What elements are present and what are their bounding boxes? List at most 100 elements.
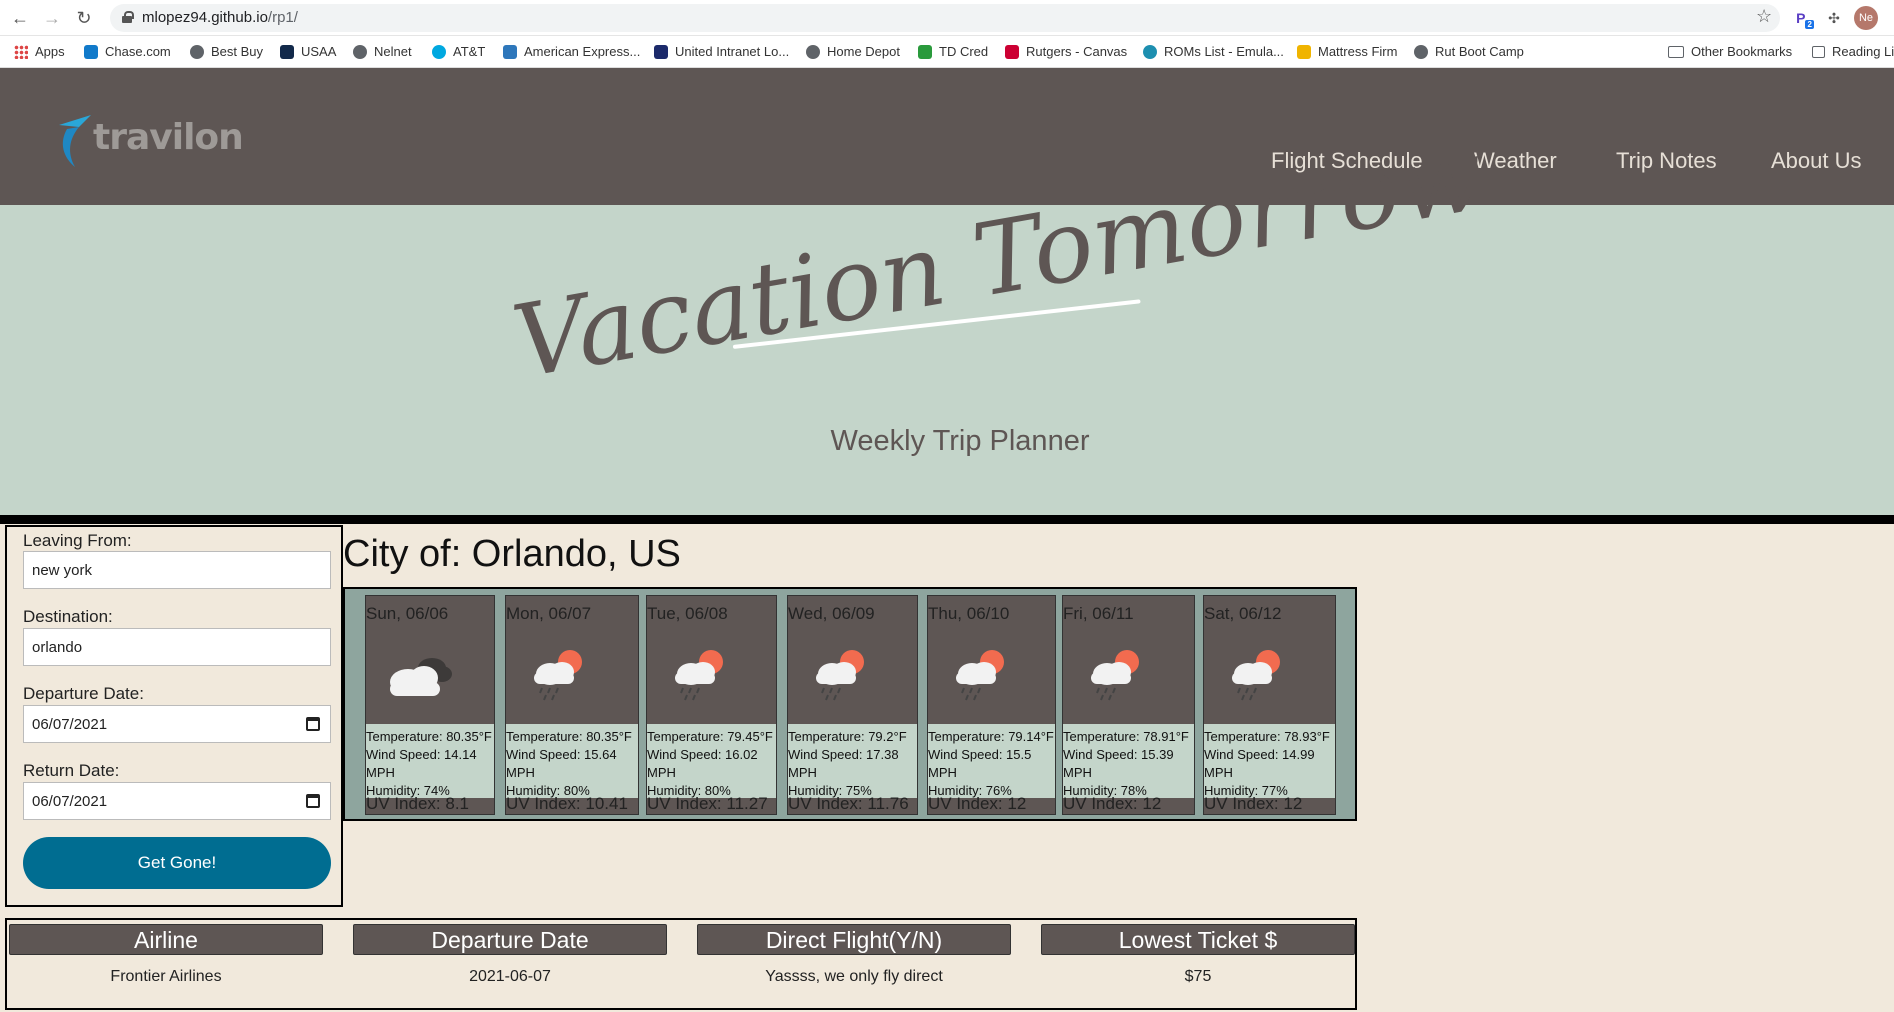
bookmark-amex[interactable]: American Express... xyxy=(503,44,640,59)
calendar-icon[interactable] xyxy=(306,717,320,731)
td-icon xyxy=(918,44,932,59)
united-icon xyxy=(654,44,668,59)
forecast-wind: Wind Speed: 14.99 xyxy=(1204,747,1315,762)
forecast-wind: Wind Speed: 14.14 xyxy=(366,747,477,762)
bookmark-att[interactable]: AT&T xyxy=(432,44,485,59)
section-divider xyxy=(0,515,1894,524)
back-icon[interactable]: ← xyxy=(8,6,32,30)
forecast-date: Mon, 06/07 xyxy=(506,604,592,623)
get-gone-button[interactable]: Get Gone! xyxy=(23,837,331,889)
cell-departure-date: 2021-06-07 xyxy=(469,968,551,985)
city-title: City of: Orlando, US xyxy=(343,533,681,575)
forecast-stats: Temperature: 79.2°F Wind Speed: 17.38 MPH H… xyxy=(788,724,917,798)
nav-weather[interactable]: Weather xyxy=(1474,148,1557,174)
globe-icon xyxy=(353,44,367,59)
forecast-wind-unit: MPH xyxy=(928,765,957,780)
forecast-wind: Wind Speed: 15.5 xyxy=(928,747,1032,762)
hero-subtitle: Weekly Trip Planner xyxy=(830,425,1090,457)
bookmark-bestbuy[interactable]: Best Buy xyxy=(190,44,263,59)
globe-icon xyxy=(1414,44,1428,59)
forecast-date: Sat, 06/12 xyxy=(1204,604,1282,623)
forecast-wind: Wind Speed: 15.39 xyxy=(1063,747,1174,762)
bookmark-star-icon[interactable]: ☆ xyxy=(1756,6,1780,27)
forecast-temperature: Temperature: 78.91°F xyxy=(1063,729,1189,744)
browser-toolbar: ← → ↻ mlopez94.github.io/rp1/ ☆ P2 ✣ Ne xyxy=(0,0,1894,36)
rain-sun-icon xyxy=(1077,644,1157,704)
bookmark-homedepot[interactable]: Home Depot xyxy=(806,44,900,59)
nav-about-us[interactable]: About Us xyxy=(1771,148,1862,174)
bookmark-td[interactable]: TD Cred xyxy=(918,44,988,59)
chase-icon xyxy=(84,44,98,59)
leaving-from-input[interactable] xyxy=(23,551,331,589)
destination-input[interactable] xyxy=(23,628,331,666)
forecast-date: Thu, 06/10 xyxy=(928,604,1010,623)
forecast-uv-index: UV Index: 11.76 xyxy=(788,794,909,813)
lock-icon xyxy=(122,11,134,23)
cell-airline: Frontier Airlines xyxy=(110,968,222,985)
rain-sun-icon xyxy=(520,644,600,704)
roms-icon xyxy=(1143,44,1157,59)
forecast-wind: Wind Speed: 16.02 xyxy=(647,747,758,762)
forecast-stats: Temperature: 78.91°F Wind Speed: 15.39 MPH… xyxy=(1063,724,1194,798)
puzzle-icon[interactable]: ✣ xyxy=(1823,7,1845,29)
site-header: travilon Flight Schedule Weather Trip No… xyxy=(0,68,1894,205)
nav-trip-notes[interactable]: Trip Notes xyxy=(1616,148,1717,174)
profile-avatar[interactable]: Ne xyxy=(1854,6,1878,30)
travilon-logo[interactable]: travilon xyxy=(55,113,244,173)
return-date-input[interactable]: 06/07/2021 xyxy=(23,782,331,820)
cell-direct-flight: Yassss, we only fly direct xyxy=(765,968,943,985)
bookmark-mattress[interactable]: Mattress Firm xyxy=(1297,44,1397,59)
calendar-icon[interactable] xyxy=(306,794,320,808)
header-lowest-ticket: Lowest Ticket $ xyxy=(1041,924,1355,955)
reload-icon[interactable]: ↻ xyxy=(72,6,96,30)
bookmark-rutbootcamp[interactable]: Rut Boot Camp xyxy=(1414,44,1524,59)
flight-table: Airline Departure Date Direct Flight(Y/N… xyxy=(5,918,1357,1010)
forecast-date: Sun, 06/06 xyxy=(366,604,449,623)
other-bookmarks[interactable]: Other Bookmarks xyxy=(1668,44,1792,59)
att-icon xyxy=(432,44,446,59)
forecast-stats: Temperature: 80.35°F Wind Speed: 14.14 MPH… xyxy=(366,724,494,798)
bookmark-apps[interactable]: Apps xyxy=(14,44,65,59)
forecast-uv-index: UV Index: 10.41 xyxy=(506,794,628,813)
forecast-wind: Wind Speed: 17.38 xyxy=(788,747,899,762)
forecast-wind-unit: MPH xyxy=(647,765,676,780)
leaving-from-label: Leaving From: xyxy=(23,531,132,550)
bookmark-usaa[interactable]: USAA xyxy=(280,44,336,59)
forecast-uv-index: UV Index: 12 xyxy=(1204,794,1303,813)
header-airline: Airline xyxy=(9,924,323,955)
departure-date-input[interactable]: 06/07/2021 xyxy=(23,705,331,743)
forecast-wind-unit: MPH xyxy=(366,765,395,780)
forecast-wind-unit: MPH xyxy=(1204,765,1233,780)
bookmark-nelnet[interactable]: Nelnet xyxy=(353,44,412,59)
destination-label: Destination: xyxy=(23,607,113,626)
forecast-day-card: Fri, 06/11 Temperature: 78.91°F Wind Speed… xyxy=(1062,595,1195,815)
globe-icon xyxy=(190,44,204,59)
forecast-temperature: Temperature: 80.35°F xyxy=(506,729,632,744)
folder-icon xyxy=(1668,45,1684,58)
forecast-uv-index: UV Index: 12 xyxy=(928,794,1027,813)
forecast-wind: Wind Speed: 15.64 xyxy=(506,747,617,762)
forward-icon[interactable]: → xyxy=(40,6,64,30)
forecast-date: Tue, 06/08 xyxy=(647,604,728,623)
forecast-stats: Temperature: 79.45°F Wind Speed: 16.02 MPH… xyxy=(647,724,776,798)
address-bar[interactable]: mlopez94.github.io/rp1/ ☆ xyxy=(110,4,1780,32)
usaa-icon xyxy=(280,44,294,59)
reading-list-icon xyxy=(1812,45,1825,58)
forecast-temperature: Temperature: 79.14°F xyxy=(928,729,1054,744)
forecast-day-card: Mon, 06/07 Temperature: 80.35°F Wind Speed… xyxy=(505,595,639,815)
forecast-uv-index: UV Index: 11.27 xyxy=(647,794,768,813)
extension-icon[interactable]: P2 xyxy=(1794,7,1816,29)
forecast-uv-index: UV Index: 12 xyxy=(1063,794,1162,813)
cloudy-icon xyxy=(380,644,460,704)
rain-sun-icon xyxy=(942,644,1022,704)
bookmark-roms[interactable]: ROMs List - Emula... xyxy=(1143,44,1284,59)
forecast-wind-unit: MPH xyxy=(506,765,535,780)
bookmark-rutgers[interactable]: Rutgers - Canvas xyxy=(1005,44,1127,59)
bookmark-chase[interactable]: Chase.com xyxy=(84,44,171,59)
forecast-wind-unit: MPH xyxy=(788,765,817,780)
forecast-temperature: Temperature: 80.35°F xyxy=(366,729,492,744)
forecast-temperature: Temperature: 79.45°F xyxy=(647,729,773,744)
rain-sun-icon xyxy=(1218,644,1298,704)
bookmark-united[interactable]: United Intranet Lo... xyxy=(654,44,789,59)
reading-list[interactable]: Reading Li xyxy=(1812,44,1894,59)
